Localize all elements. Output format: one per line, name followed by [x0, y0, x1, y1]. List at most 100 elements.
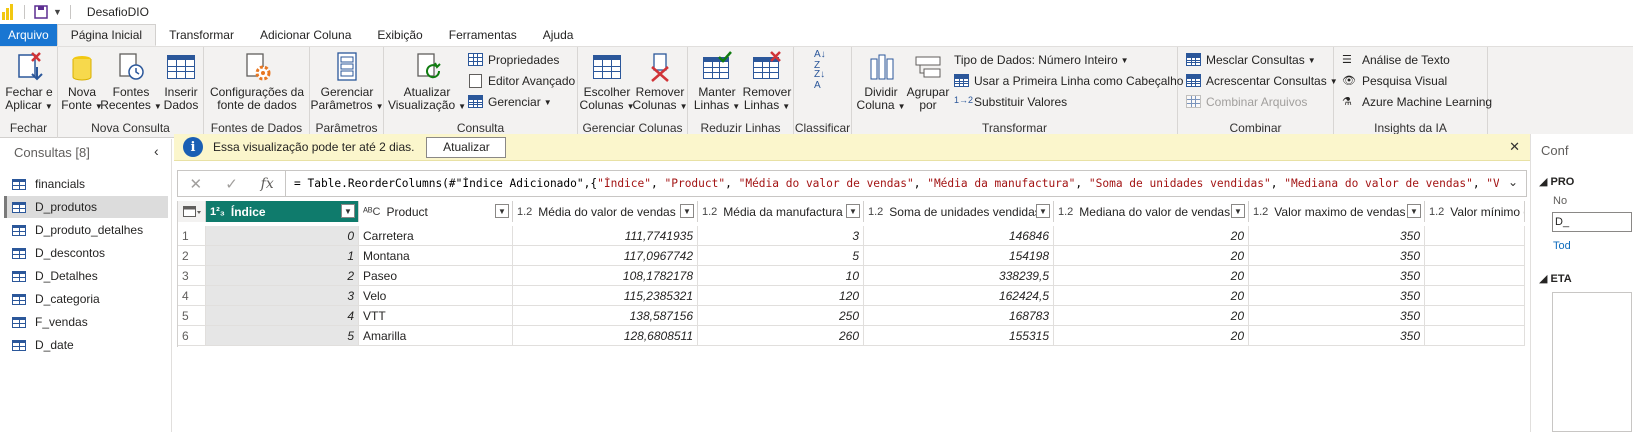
vision-button[interactable]: 👁 Pesquisa Visual [1342, 72, 1447, 90]
cell-media-manufactura[interactable]: 120 [698, 286, 864, 306]
manage-parameters-button[interactable]: Gerenciar Parâmetros ▼ [311, 51, 383, 113]
properties-section-header[interactable]: ◢ PRO [1539, 175, 1574, 188]
cell-media-valor[interactable]: 117,0967742 [513, 246, 698, 266]
query-item-d-categoria[interactable]: D_categoria [4, 288, 168, 310]
cell-media-manufactura[interactable]: 3 [698, 226, 864, 246]
merge-queries-button[interactable]: Mesclar Consultas ▼ [1186, 51, 1316, 69]
cell-media-valor[interactable]: 138,587156 [513, 306, 698, 326]
cell-valor-maximo[interactable]: 350 [1249, 326, 1425, 346]
sort-ascending-icon[interactable]: A↓ Z [814, 49, 826, 71]
all-properties-link[interactable]: Tod [1553, 240, 1571, 252]
cell-product[interactable]: VTT [359, 306, 513, 326]
column-header-media-valor[interactable]: 1.2 Média do valor de vendas ▼ [513, 201, 698, 222]
cell-soma-unidades[interactable]: 162424,5 [864, 286, 1054, 306]
tab-arquivo[interactable]: Arquivo [0, 24, 57, 46]
cell-soma-unidades[interactable]: 154198 [864, 246, 1054, 266]
cell-indice[interactable]: 1 [206, 246, 359, 266]
cell-valor-maximo[interactable]: 350 [1249, 266, 1425, 286]
cell-valor-minimo[interactable] [1425, 246, 1525, 266]
group-by-button[interactable]: Agrupar por [906, 51, 950, 112]
cell-mediana-valor[interactable]: 20 [1054, 286, 1249, 306]
table-row[interactable]: 1 0 Carretera 111,7741935 3 146846 20 350 [178, 226, 1525, 246]
tab-pagina-inicial[interactable]: Página Inicial [56, 24, 157, 46]
new-source-button[interactable]: Nova Fonte ▼ [61, 51, 103, 113]
cell-soma-unidades[interactable]: 168783 [864, 306, 1054, 326]
tab-ajuda[interactable]: Ajuda [530, 24, 587, 46]
cell-media-manufactura[interactable]: 10 [698, 266, 864, 286]
quick-access-dropdown-icon[interactable]: ▼ [53, 7, 62, 17]
save-icon[interactable] [33, 4, 49, 20]
cell-product[interactable]: Amarilla [359, 326, 513, 346]
column-header-indice[interactable]: 1²₃ Índice ▼ [206, 201, 359, 222]
table-row[interactable]: 2 1 Montana 117,0967742 5 154198 20 350 [178, 246, 1525, 266]
cell-indice[interactable]: 2 [206, 266, 359, 286]
column-header-valor-maximo[interactable]: 1.2 Valor maximo de vendas ▼ [1249, 201, 1425, 222]
query-item-d-date[interactable]: D_date [4, 334, 168, 356]
filter-dropdown-icon[interactable]: ▼ [1407, 204, 1421, 218]
refresh-button[interactable]: Atualizar [426, 136, 507, 158]
column-header-product[interactable]: ᴬᴮC Product ▼ [359, 201, 513, 222]
fx-icon[interactable]: fx [249, 176, 285, 192]
expand-chevron-icon[interactable]: ⌄ [1508, 175, 1518, 189]
cell-mediana-valor[interactable]: 20 [1054, 326, 1249, 346]
remove-columns-button[interactable]: Remover Colunas ▼ [633, 51, 687, 113]
row-number[interactable]: 1 [178, 226, 206, 246]
azure-ml-button[interactable]: ⚗ Azure Machine Learning [1342, 93, 1492, 111]
cell-indice[interactable]: 5 [206, 326, 359, 346]
close-apply-button[interactable]: Fechar e Aplicar ▼ [5, 51, 53, 113]
cell-media-manufactura[interactable]: 260 [698, 326, 864, 346]
manage-button[interactable]: Gerenciar ▼ [468, 93, 552, 111]
query-item-d-detalhes[interactable]: D_Detalhes [4, 265, 168, 287]
column-header-soma-unidades[interactable]: 1.2 Soma de unidades vendidas ▼ [864, 201, 1054, 222]
cell-product[interactable]: Velo [359, 286, 513, 306]
cell-mediana-valor[interactable]: 20 [1054, 226, 1249, 246]
sort-descending-icon[interactable]: Z↓ A [814, 69, 825, 91]
query-item-d-descontos[interactable]: D_descontos [4, 242, 168, 264]
tab-exibicao[interactable]: Exibição [364, 24, 435, 46]
data-type-dropdown[interactable]: Tipo de Dados: Número Inteiro ▼ [954, 51, 1129, 69]
query-item-financials[interactable]: financials [4, 173, 168, 195]
column-header-media-manufactura[interactable]: 1.2 Média da manufactura ▼ [698, 201, 864, 222]
tab-transformar[interactable]: Transformar [156, 24, 247, 46]
query-item-d-produtos[interactable]: D_produtos [4, 196, 168, 218]
properties-button[interactable]: Propriedades [468, 51, 559, 69]
row-number[interactable]: 4 [178, 286, 206, 306]
table-row[interactable]: 6 5 Amarilla 128,6808511 260 155315 20 350 [178, 326, 1525, 346]
cell-product[interactable]: Carretera [359, 226, 513, 246]
cell-media-valor[interactable]: 111,7741935 [513, 226, 698, 246]
filter-dropdown-icon[interactable]: ▼ [680, 204, 694, 218]
append-queries-button[interactable]: Acrescentar Consultas ▼ [1186, 72, 1338, 90]
cell-valor-minimo[interactable] [1425, 226, 1525, 246]
collapse-chevron-icon[interactable]: ‹ [154, 143, 159, 159]
cell-valor-minimo[interactable] [1425, 266, 1525, 286]
cell-valor-maximo[interactable]: 350 [1249, 306, 1425, 326]
table-row[interactable]: 5 4 VTT 138,587156 250 168783 20 350 [178, 306, 1525, 326]
filter-dropdown-icon[interactable]: ▼ [846, 204, 860, 218]
choose-columns-button[interactable]: Escolher Colunas ▼ [580, 51, 634, 113]
tab-ferramentas[interactable]: Ferramentas [436, 24, 530, 46]
query-item-f-vendas[interactable]: F_vendas [4, 311, 168, 333]
cell-valor-maximo[interactable]: 350 [1249, 286, 1425, 306]
split-column-button[interactable]: Dividir Coluna ▼ [857, 51, 905, 113]
table-row[interactable]: 4 3 Velo 115,2385321 120 162424,5 20 350 [178, 286, 1525, 306]
cell-valor-maximo[interactable]: 350 [1249, 226, 1425, 246]
filter-dropdown-icon[interactable]: ▼ [341, 204, 355, 218]
applied-steps-header[interactable]: ◢ ETA [1539, 272, 1572, 285]
row-number[interactable]: 6 [178, 326, 206, 346]
cell-valor-minimo[interactable] [1425, 306, 1525, 326]
applied-steps-list[interactable] [1552, 292, 1632, 432]
cell-media-manufactura[interactable]: 250 [698, 306, 864, 326]
row-number[interactable]: 3 [178, 266, 206, 286]
refresh-preview-button[interactable]: Atualizar Visualização ▼ [388, 51, 466, 113]
tab-adicionar-coluna[interactable]: Adicionar Coluna [247, 24, 364, 46]
data-source-settings-button[interactable]: Configurações da fonte de dados [208, 51, 306, 112]
column-header-valor-minimo[interactable]: 1.2 Valor mínimo de [1425, 201, 1525, 222]
cell-media-valor[interactable]: 115,2385321 [513, 286, 698, 306]
cell-soma-unidades[interactable]: 155315 [864, 326, 1054, 346]
filter-dropdown-icon[interactable]: ▼ [1036, 204, 1050, 218]
cell-soma-unidades[interactable]: 338239,5 [864, 266, 1054, 286]
cell-media-valor[interactable]: 108,1782178 [513, 266, 698, 286]
cell-product[interactable]: Montana [359, 246, 513, 266]
text-analytics-button[interactable]: ☰ Análise de Texto [1342, 51, 1450, 69]
cell-valor-minimo[interactable] [1425, 326, 1525, 346]
